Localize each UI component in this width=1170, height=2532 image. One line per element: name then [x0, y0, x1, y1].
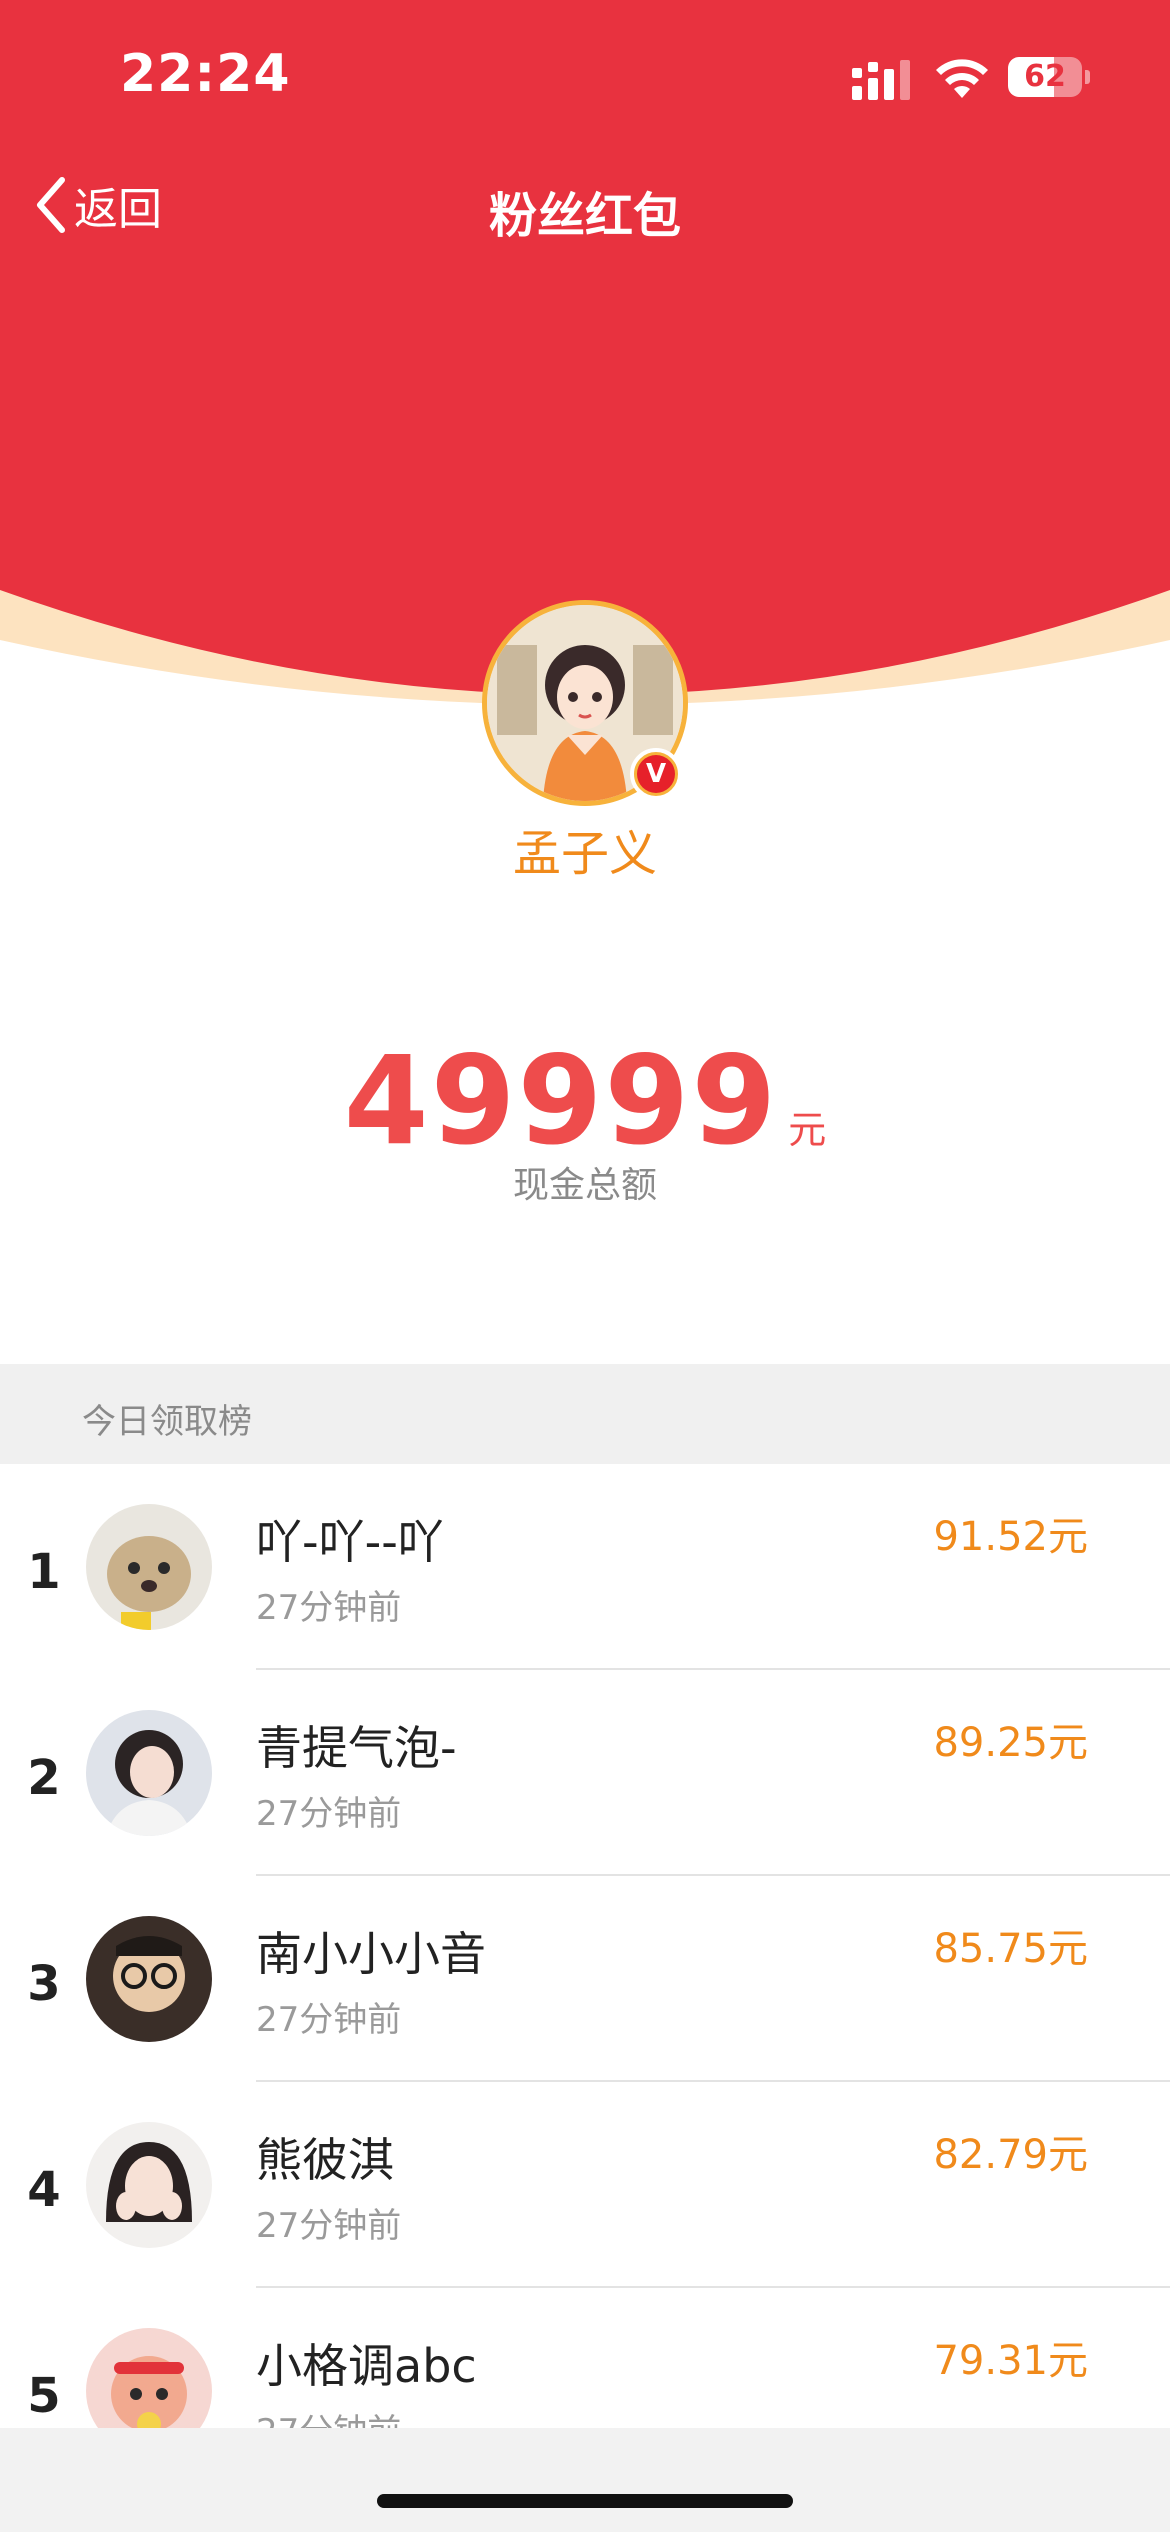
- signal-icon: [852, 60, 910, 100]
- ranking-header: 今日领取榜: [0, 1364, 1170, 1464]
- user-name: 小格调abc: [256, 2339, 477, 2393]
- user-name: 熊彼淇: [256, 2133, 394, 2187]
- rank-number: 1: [27, 1544, 61, 1600]
- rank-number: 3: [27, 1956, 61, 2012]
- verified-badge: V: [630, 748, 682, 800]
- claim-amount: 89.25元: [933, 1720, 1088, 1766]
- home-indicator-area: [0, 2428, 1170, 2532]
- user-avatar[interactable]: [86, 1916, 212, 2042]
- status-bar: 22:24 62: [0, 0, 1170, 150]
- total-label: 现金总额: [512, 1165, 657, 1206]
- battery-percent: 62: [1024, 59, 1066, 94]
- ranking-row[interactable]: 1 吖-吖--吖 27分钟前 91.52元: [0, 1464, 1170, 1670]
- wifi-icon: [936, 59, 988, 98]
- rank-number: 2: [27, 1750, 61, 1806]
- user-name: 吖-吖--吖: [256, 1515, 444, 1569]
- rank-number: 5: [27, 2368, 61, 2424]
- home-indicator[interactable]: [377, 2494, 793, 2508]
- nav-bar: 返回 粉丝红包: [0, 160, 1170, 250]
- claim-amount: 82.79元: [933, 2132, 1088, 2178]
- battery-icon: 62: [1008, 57, 1090, 97]
- total-amount-block: 49999 元: [0, 1030, 1170, 1172]
- user-name: 青提气泡-: [256, 1721, 457, 1775]
- claim-time: 27分钟前: [256, 2000, 402, 2040]
- ranking-row[interactable]: 2 青提气泡- 27分钟前 89.25元: [0, 1670, 1170, 1876]
- user-avatar[interactable]: [86, 1504, 212, 1630]
- ranking-row[interactable]: 4 熊彼淇 27分钟前 82.79元: [0, 2082, 1170, 2288]
- claim-amount: 79.31元: [933, 2338, 1088, 2384]
- ranking-title: 今日领取榜: [82, 1402, 252, 1442]
- red-packet-page: 22:24 62 返回 粉丝红包 V 孟子义 49999 元 现金总额 今日领取…: [0, 0, 1170, 2532]
- total-amount: 49999: [343, 1030, 779, 1172]
- ranking-row[interactable]: 3 南小小小音 27分钟前 85.75元: [0, 1876, 1170, 2082]
- claim-time: 27分钟前: [256, 1588, 402, 1628]
- page-title: 粉丝红包: [488, 188, 681, 244]
- total-unit: 元: [788, 1108, 827, 1152]
- user-avatar[interactable]: [86, 2122, 212, 2248]
- ranking-list: 1 吖-吖--吖 27分钟前 91.52元 2 青提气泡- 27分钟前 89.2…: [0, 1464, 1170, 2494]
- claim-amount: 91.52元: [933, 1514, 1088, 1560]
- claim-time: 27分钟前: [256, 1794, 402, 1834]
- user-name: 南小小小音: [256, 1927, 486, 1981]
- host-name[interactable]: 孟子义: [0, 814, 1170, 884]
- rank-number: 4: [27, 2162, 61, 2218]
- claim-time: 27分钟前: [256, 2206, 402, 2246]
- status-time: 22:24: [120, 44, 291, 104]
- claim-amount: 85.75元: [933, 1926, 1088, 1972]
- user-avatar[interactable]: [86, 1710, 212, 1836]
